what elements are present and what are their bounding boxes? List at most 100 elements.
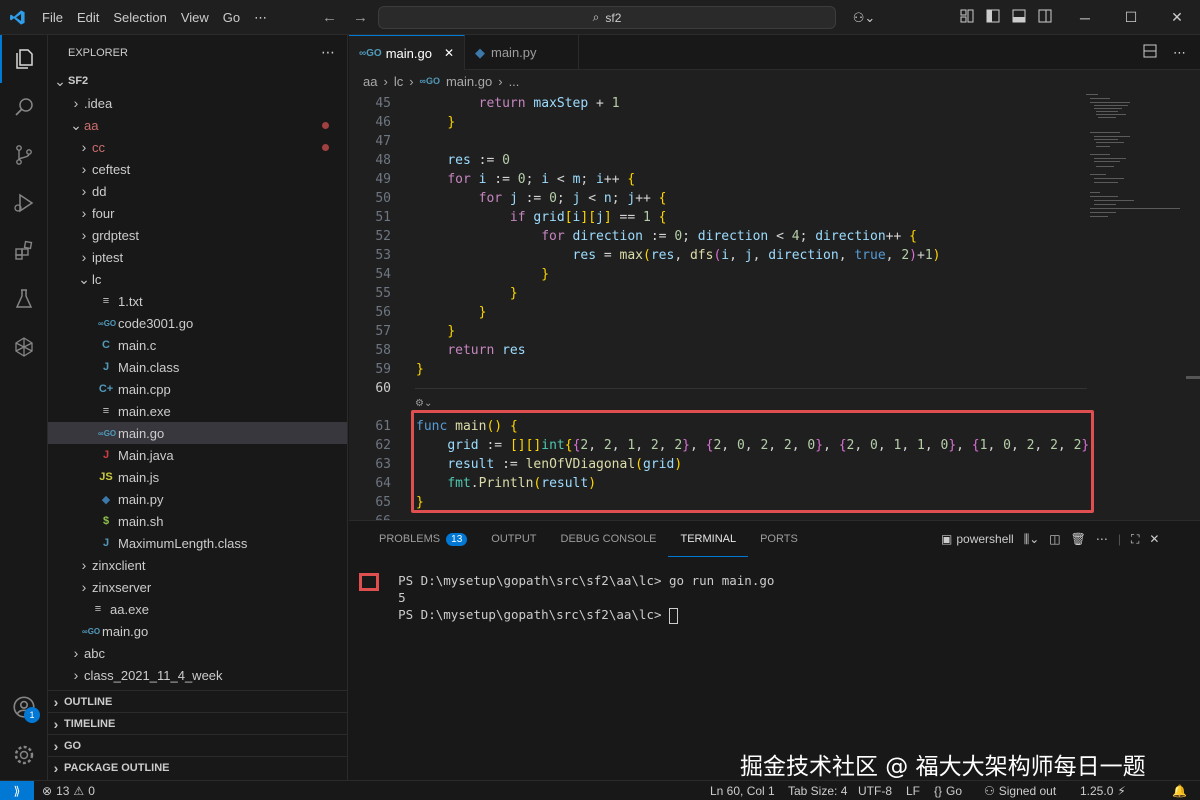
line-ending[interactable]: LF xyxy=(906,781,920,800)
tree-folder[interactable]: › .idea xyxy=(48,92,347,114)
tree-file[interactable]: C+ main.cpp xyxy=(48,378,347,400)
settings-gear-icon[interactable] xyxy=(0,731,48,779)
menu-item-edit[interactable]: Edit xyxy=(70,0,106,35)
tree-folder[interactable]: › class_2021_11_4_week xyxy=(48,664,347,686)
tree-folder[interactable]: › ceftest xyxy=(48,158,347,180)
notifications-bell-icon[interactable]: 🔔 xyxy=(1172,781,1187,800)
run-debug-icon[interactable] xyxy=(0,179,48,227)
tree-folder[interactable]: › four xyxy=(48,202,347,224)
tab-main-go[interactable]: ∞GO main.go ✕ xyxy=(349,35,465,70)
section-go[interactable]: › GO xyxy=(48,734,347,756)
menu-item-more[interactable]: ⋯ xyxy=(247,0,274,35)
tree-folder[interactable]: › abc xyxy=(48,642,347,664)
toggle-sidebar-icon[interactable] xyxy=(986,9,1000,26)
tab-ports[interactable]: PORTS xyxy=(748,521,810,557)
terminal-prompt-line[interactable]: PS D:\mysetup\gopath\src\sf2\aa\lc> xyxy=(368,592,679,639)
tab-output[interactable]: OUTPUT xyxy=(479,521,548,557)
forward-arrow-icon[interactable]: → xyxy=(353,9,368,26)
tree-file[interactable]: ≡ aa.exe xyxy=(48,598,347,620)
breadcrumb-lc[interactable]: lc xyxy=(394,74,403,89)
tree-folder[interactable]: › zinxserver xyxy=(48,576,347,598)
lightbulb-icon[interactable]: ⚙⌄ xyxy=(415,398,432,409)
testing-icon[interactable] xyxy=(0,275,48,323)
tree-file[interactable]: Cmain.c xyxy=(48,334,347,356)
tree-file[interactable]: ◆ main.py xyxy=(48,488,347,510)
chevron-down-icon: ⌄ xyxy=(54,72,66,89)
breadcrumb-file[interactable]: main.go xyxy=(446,74,492,89)
explorer-icon[interactable] xyxy=(0,35,48,83)
tree-file[interactable]: ∞GO main.go xyxy=(48,422,347,444)
close-window-button[interactable]: ✕ xyxy=(1154,0,1200,35)
tree-file[interactable]: ≡ main.exe xyxy=(48,400,347,422)
customize-layout-icon[interactable] xyxy=(960,9,974,26)
tree-file[interactable]: ∞GO main.go xyxy=(48,620,347,642)
tree-file[interactable]: JS main.js xyxy=(48,466,347,488)
tree-file[interactable]: J Main.java xyxy=(48,444,347,466)
section-outline[interactable]: › OUTLINE xyxy=(48,690,347,712)
tree-folder[interactable]: › dd xyxy=(48,180,347,202)
back-arrow-icon[interactable]: ← xyxy=(322,9,337,26)
tab-debug-console[interactable]: DEBUG CONSOLE xyxy=(549,521,669,557)
language-mode[interactable]: {} Go xyxy=(934,781,962,800)
error-icon: ⊗ xyxy=(42,784,53,798)
tree-folder[interactable]: ⌄ lc xyxy=(48,268,347,290)
minimap[interactable] xyxy=(1086,92,1186,520)
section-package-outline[interactable]: › PACKAGE OUTLINE xyxy=(48,756,347,778)
tree-folder[interactable]: › cc xyxy=(48,136,347,158)
tab-main-py[interactable]: ◆ main.py xyxy=(465,35,579,70)
tree-file[interactable]: $ main.sh xyxy=(48,510,347,532)
toggle-panel-icon[interactable] xyxy=(1012,9,1026,26)
terminal-cursor xyxy=(669,607,679,624)
menu-item-view[interactable]: View xyxy=(174,0,216,35)
tree-item-label: 1.txt xyxy=(118,293,143,309)
toggle-secondary-sidebar-icon[interactable] xyxy=(1038,9,1052,26)
signed-out-status[interactable]: ⚇ Signed out xyxy=(984,781,1056,800)
menu-item-go[interactable]: Go xyxy=(216,0,247,35)
editor-scrollbar[interactable] xyxy=(1186,92,1200,520)
remote-explorer-icon[interactable] xyxy=(0,323,48,371)
remote-indicator-icon[interactable]: ⟫ xyxy=(0,781,34,800)
tab-problems[interactable]: PROBLEMS 13 xyxy=(367,521,479,557)
cpp-file-icon: C+ xyxy=(98,383,114,395)
maximize-button[interactable]: ☐ xyxy=(1108,0,1154,35)
cursor-position[interactable]: Ln 60, Col 1 xyxy=(710,781,775,800)
breadcrumb-aa[interactable]: aa xyxy=(363,74,377,89)
source-control-icon[interactable] xyxy=(0,131,48,179)
encoding[interactable]: UTF-8 xyxy=(858,781,892,800)
tab-size[interactable]: Tab Size: 4 xyxy=(788,781,847,800)
menu-item-selection[interactable]: Selection xyxy=(106,0,173,35)
split-terminal-icon[interactable]: ⫼⌄ xyxy=(1024,532,1040,547)
command-center[interactable]: ⌕ sf2 xyxy=(378,6,836,29)
copilot-icon[interactable]: ⚇⌄ xyxy=(846,10,882,26)
more-actions-icon[interactable]: ⋯ xyxy=(321,44,335,61)
tree-folder[interactable]: ⌄ aa xyxy=(48,114,347,136)
editor-more-actions-icon[interactable]: ⋯ xyxy=(1173,45,1186,61)
extensions-icon[interactable] xyxy=(0,227,48,275)
menu-item-file[interactable]: File xyxy=(35,0,70,35)
tree-file[interactable]: J MaximumLength.class xyxy=(48,532,347,554)
panel-more-icon[interactable]: ⋯ xyxy=(1096,532,1108,546)
tree-folder[interactable]: › zinxclient xyxy=(48,554,347,576)
split-editor-icon[interactable] xyxy=(1143,44,1157,61)
search-view-icon[interactable] xyxy=(0,83,48,131)
terminal-shell-selector[interactable]: ▣ powershell xyxy=(941,532,1014,546)
problems-status[interactable]: ⊗ 13 ⚠ 0 xyxy=(42,781,95,800)
breadcrumb-symbol[interactable]: ... xyxy=(509,74,520,89)
tree-file[interactable]: ∞GO code3001.go xyxy=(48,312,347,334)
code-line: 45 return maxStep + 1 xyxy=(349,94,1200,113)
accounts-icon[interactable]: 1 xyxy=(0,683,48,731)
tree-file[interactable]: ≡ 1.txt xyxy=(48,290,347,312)
go-version[interactable]: 1.25.0 ⚡ xyxy=(1080,781,1126,800)
split-pane-icon[interactable]: ◫ xyxy=(1049,532,1060,546)
section-timeline[interactable]: › TIMELINE xyxy=(48,712,347,734)
tree-folder[interactable]: ⌄ SF2 xyxy=(48,70,347,92)
close-panel-icon[interactable]: ✕ xyxy=(1149,532,1159,546)
minimize-button[interactable]: ─ xyxy=(1062,0,1108,35)
tree-folder[interactable]: › grdptest xyxy=(48,224,347,246)
tab-terminal[interactable]: TERMINAL xyxy=(668,521,749,557)
close-tab-icon[interactable]: ✕ xyxy=(444,46,454,60)
maximize-panel-icon[interactable]: ⛶ xyxy=(1131,532,1139,547)
tree-folder[interactable]: › iptest xyxy=(48,246,347,268)
trash-icon[interactable]: 🗑 xyxy=(1071,532,1086,546)
tree-file[interactable]: J Main.class xyxy=(48,356,347,378)
